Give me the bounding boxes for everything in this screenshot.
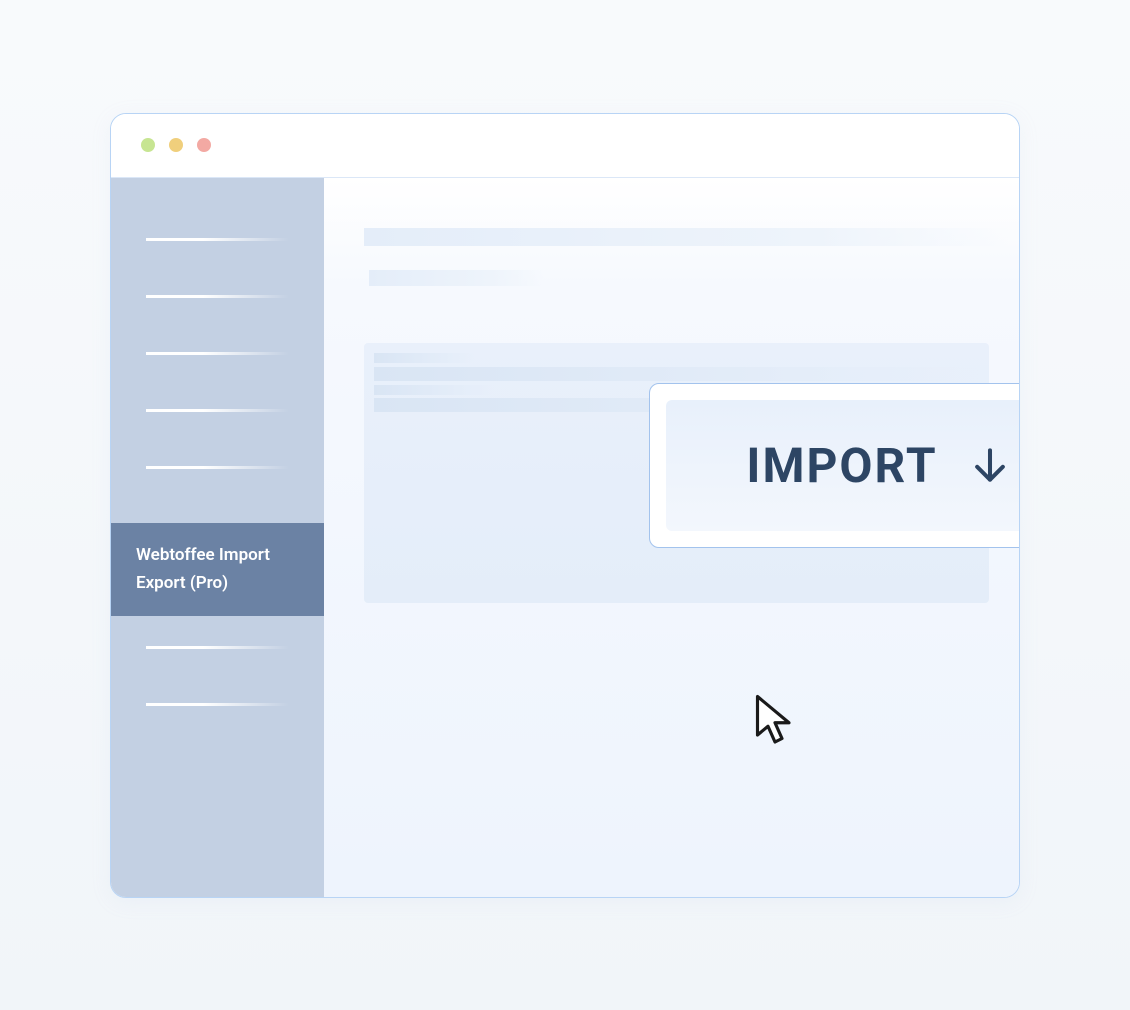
content-placeholder — [374, 353, 474, 363]
sidebar-item-label: Webtoffee Import Export (Pro) — [136, 545, 270, 594]
arrow-down-icon — [968, 443, 1012, 487]
sidebar: Webtoffee Import Export (Pro) — [111, 178, 324, 897]
content-placeholder — [369, 270, 544, 286]
import-button-container: IMPORT — [649, 383, 1020, 548]
minimize-window-button[interactable] — [169, 138, 183, 152]
sidebar-item-placeholder[interactable] — [146, 703, 289, 706]
sidebar-item-placeholder[interactable] — [146, 352, 289, 355]
sidebar-item-webtoffee[interactable]: Webtoffee Import Export (Pro) — [111, 523, 324, 617]
window-body: Webtoffee Import Export (Pro) IMPORT — [111, 178, 1019, 897]
content-placeholder — [364, 228, 1009, 246]
sidebar-item-placeholder[interactable] — [146, 409, 289, 412]
main-content: IMPORT — [324, 178, 1019, 897]
maximize-window-button[interactable] — [197, 138, 211, 152]
sidebar-item-placeholder[interactable] — [146, 295, 289, 298]
sidebar-item-placeholder[interactable] — [146, 238, 289, 241]
traffic-lights — [141, 138, 211, 152]
sidebar-item-placeholder[interactable] — [146, 646, 289, 649]
content-placeholder — [374, 385, 494, 395]
sidebar-item-placeholder[interactable] — [146, 466, 289, 469]
import-button[interactable]: IMPORT — [666, 400, 1020, 531]
browser-window: Webtoffee Import Export (Pro) IMPORT — [110, 113, 1020, 898]
content-placeholder — [374, 367, 979, 381]
cursor-icon — [754, 693, 796, 749]
import-button-label: IMPORT — [746, 437, 937, 494]
title-bar — [111, 114, 1019, 178]
close-window-button[interactable] — [141, 138, 155, 152]
